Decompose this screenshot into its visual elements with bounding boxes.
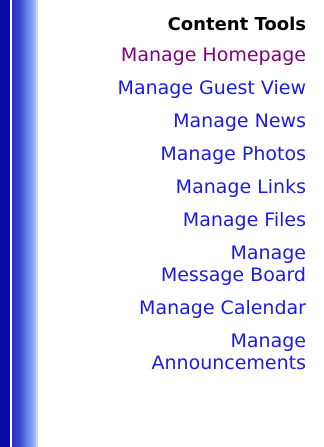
manage-message-board-line1: Manage xyxy=(230,242,306,264)
manage-homepage-link[interactable]: Manage Homepage xyxy=(44,44,306,66)
manage-calendar-link[interactable]: Manage Calendar xyxy=(44,297,306,319)
manage-guest-view-link[interactable]: Manage Guest View xyxy=(44,77,306,99)
manage-announcements-link[interactable]: Manage Announcements xyxy=(44,330,306,374)
manage-links-link[interactable]: Manage Links xyxy=(44,176,306,198)
manage-announcements-line1: Manage xyxy=(230,330,306,352)
manage-message-board-link[interactable]: Manage Message Board xyxy=(44,242,306,286)
manage-news-link[interactable]: Manage News xyxy=(44,110,306,132)
left-decorative-bar xyxy=(0,0,38,447)
manage-files-link[interactable]: Manage Files xyxy=(44,209,306,231)
menu-heading: Content Tools xyxy=(167,14,306,35)
content-tools-panel: Content Tools Manage Homepage Manage Gue… xyxy=(0,0,324,447)
manage-photos-link[interactable]: Manage Photos xyxy=(44,143,306,165)
manage-announcements-line2: Announcements xyxy=(151,352,306,374)
manage-message-board-line2: Message Board xyxy=(160,264,306,286)
content-tools-menu: Content Tools Manage Homepage Manage Gue… xyxy=(44,14,306,385)
